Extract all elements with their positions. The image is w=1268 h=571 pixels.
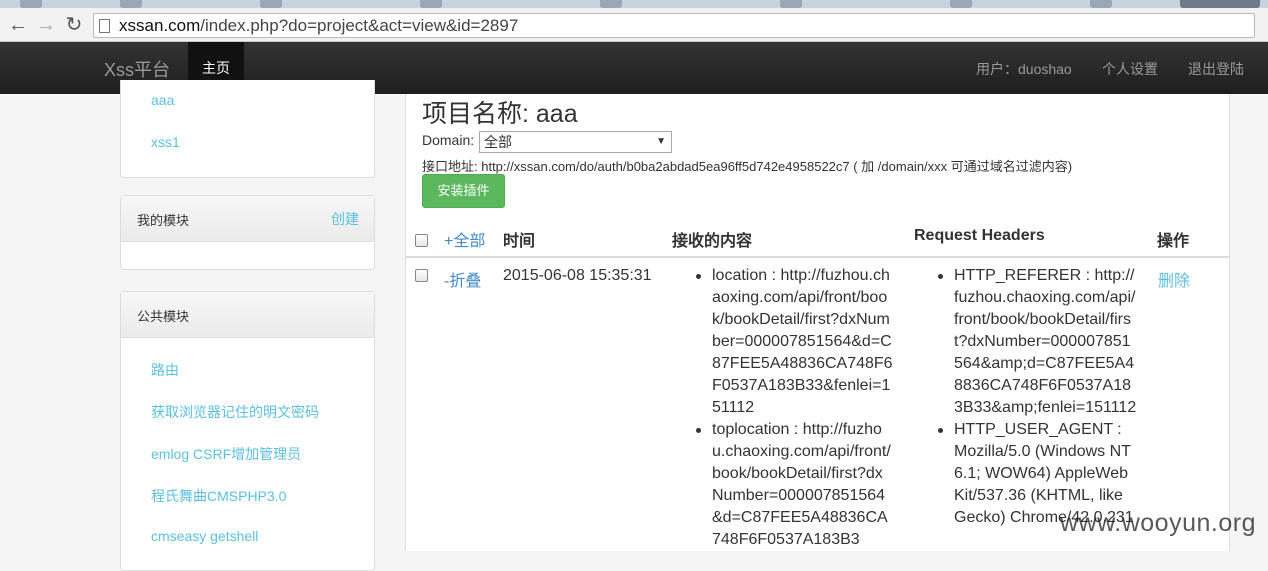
project-link[interactable]: aaa — [151, 92, 174, 108]
module-link[interactable]: cmseasy getshell — [151, 528, 258, 544]
panel-title: 我的模块 — [137, 213, 190, 228]
project-link[interactable]: xss1 — [151, 134, 180, 150]
watermark: www.wooyun.org — [1060, 509, 1256, 537]
dropdown-arrow-icon: ▼ — [656, 136, 666, 147]
brand-logo[interactable]: Xss平台 — [104, 56, 170, 82]
nav-user[interactable]: 用户：duoshao — [976, 59, 1072, 79]
create-module-link[interactable]: 创建 — [331, 209, 359, 229]
browser-tab[interactable] — [950, 0, 972, 8]
arrow-right-icon: → — [36, 14, 56, 36]
public-modules-panel: 公共模块 路由 获取浏览器记住的明文密码 emlog CSRF增加管理员 程氏舞… — [120, 291, 375, 571]
my-modules-panel: 我的模块 创建 — [120, 195, 375, 270]
panel-title: 公共模块 — [137, 309, 190, 324]
page-icon — [99, 19, 110, 33]
my-projects-panel: aaa xss1 — [120, 80, 375, 178]
domain-selected-value: 全部 — [484, 134, 512, 150]
url-host: xssan.com — [119, 16, 201, 35]
request-headers-list: HTTP_REFERER : http://fuzhou.chaoxing.co… — [936, 265, 1138, 529]
nav-settings-link[interactable]: 个人设置 — [1102, 59, 1158, 79]
module-link[interactable]: emlog CSRF增加管理员 — [151, 444, 301, 464]
row-time: 2015-06-08 15:35:31 — [503, 267, 652, 284]
content-item: location : http://fuzhou.chaoxing.com/ap… — [694, 265, 894, 419]
install-plugin-button[interactable]: 安装插件 — [422, 174, 505, 208]
column-header-content: 接收的内容 — [672, 233, 753, 250]
arrow-left-icon: ← — [8, 14, 28, 36]
column-header-action: 操作 — [1157, 233, 1190, 250]
forward-button[interactable]: → — [34, 14, 58, 36]
browser-window-controls[interactable] — [1180, 0, 1260, 8]
collapse-toggle-link[interactable]: -折叠 — [444, 267, 481, 291]
reload-icon: ↻ — [65, 14, 83, 36]
back-button[interactable]: ← — [6, 14, 30, 36]
row-checkbox[interactable] — [415, 269, 428, 282]
browser-tab-strip — [0, 0, 1268, 8]
content-item: toplocation : http://fuzhou.chaoxing.com… — [694, 419, 894, 551]
browser-tab[interactable] — [120, 0, 142, 8]
page-title: 项目名称: aaa — [422, 100, 578, 128]
received-content-list: location : http://fuzhou.chaoxing.com/ap… — [694, 265, 894, 551]
browser-tab[interactable] — [1090, 0, 1112, 8]
address-bar[interactable]: xssan.com/index.php?do=project&act=view&… — [93, 13, 1255, 38]
address-text[interactable]: xssan.com/index.php?do=project&act=view&… — [119, 16, 518, 36]
browser-tab[interactable] — [20, 0, 42, 8]
browser-toolbar: ← → ↻ xssan.com/index.php?do=project&act… — [0, 8, 1268, 42]
module-link[interactable]: 路由 — [151, 360, 179, 380]
module-link[interactable]: 程氏舞曲CMSPHP3.0 — [151, 486, 286, 506]
table-header-divider — [406, 256, 1229, 258]
domain-label: Domain: — [422, 132, 475, 148]
browser-tab[interactable] — [600, 0, 622, 8]
reload-button[interactable]: ↻ — [62, 14, 86, 36]
endpoint-url-text: 接口地址: http://xssan.com/do/auth/b0ba2abda… — [422, 159, 1073, 174]
panel-header: 公共模块 — [121, 292, 374, 338]
nav-logout-link[interactable]: 退出登陆 — [1188, 59, 1244, 79]
module-link[interactable]: 获取浏览器记住的明文密码 — [151, 402, 319, 422]
select-all-checkbox[interactable] — [415, 234, 428, 247]
project-content: 项目名称: aaa Domain: 全部 ▼ 接口地址: http://xssa… — [405, 94, 1230, 551]
browser-tab[interactable] — [420, 0, 442, 8]
domain-select[interactable]: 全部 ▼ — [479, 131, 672, 153]
column-header-time: 时间 — [503, 233, 536, 250]
url-path: /index.php?do=project&act=view&id=2897 — [200, 16, 519, 35]
header-item: HTTP_REFERER : http://fuzhou.chaoxing.co… — [936, 265, 1138, 419]
column-header-request-headers: Request Headers — [914, 227, 1045, 244]
browser-tab[interactable] — [780, 0, 802, 8]
delete-link[interactable]: 删除 — [1158, 267, 1190, 291]
expand-all-link[interactable]: +全部 — [444, 227, 485, 251]
panel-header: 我的模块 创建 — [121, 196, 374, 242]
browser-tab[interactable] — [260, 0, 282, 8]
